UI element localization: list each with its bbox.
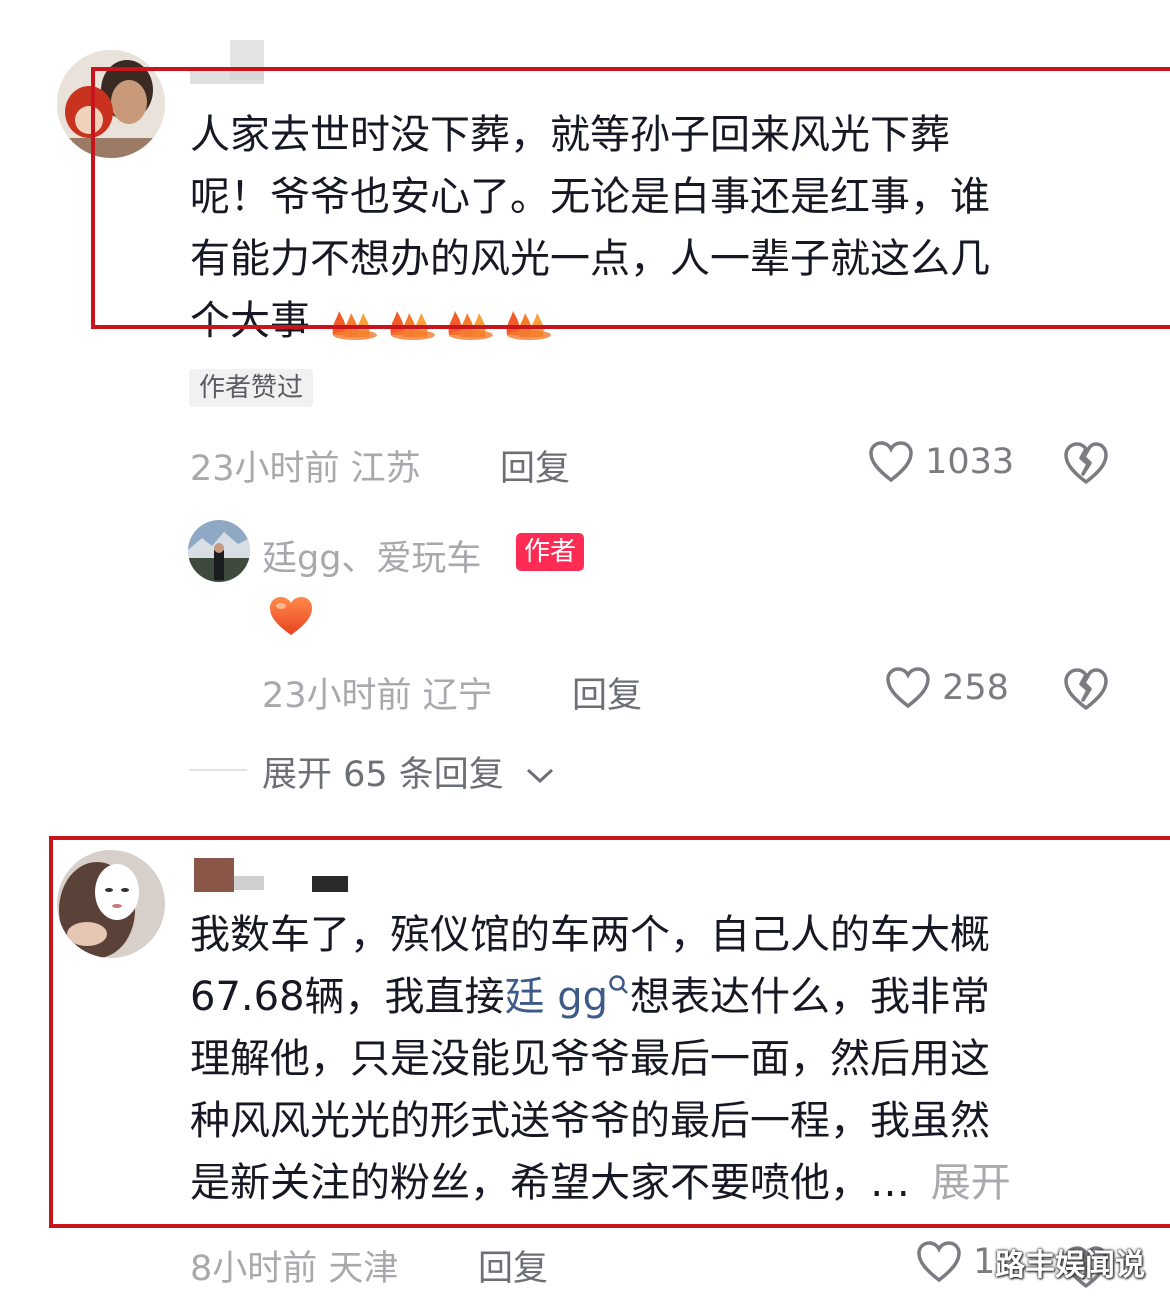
red-heart-emoji-icon	[270, 597, 312, 635]
comment2-reply-button[interactable]: 回复	[478, 1240, 548, 1291]
watermark: 路丰娱闻说	[995, 1240, 1145, 1284]
comment1-dislike-button[interactable]	[1062, 440, 1110, 490]
expand-replies-button[interactable]: 展开 65 条回复	[262, 746, 555, 797]
reply1-time-location: 23小时前 辽宁	[262, 676, 493, 716]
expand-replies-label: 展开 65 条回复	[262, 755, 504, 795]
reply1-dislike-button[interactable]	[1062, 666, 1110, 716]
heart-outline-icon	[917, 1241, 961, 1283]
comment1-like-count: 1033	[925, 442, 1015, 482]
comment2-like-count: 1	[973, 1242, 996, 1282]
comment2-time-location: 8小时前 天津	[190, 1249, 399, 1289]
author-liked-badge: 作者赞过	[189, 369, 314, 407]
comment1-time-location: 23小时前 江苏	[190, 449, 421, 489]
reply1-avatar[interactable]	[188, 520, 250, 582]
expand-replies-divider	[189, 769, 247, 771]
watermark-text: 路丰娱闻说	[995, 1248, 1145, 1283]
reply1-like-count: 258	[942, 668, 1009, 708]
reply1-reply-button[interactable]: 回复	[572, 667, 642, 718]
broken-heart-icon	[1064, 668, 1108, 710]
comment1-reply-button[interactable]: 回复	[500, 440, 570, 491]
reply1-username[interactable]: 廷gg、爱玩车	[262, 530, 481, 581]
comment2-like-button[interactable]: 1	[916, 1240, 995, 1284]
highlight-box-2	[49, 836, 1170, 1228]
heart-outline-icon	[886, 667, 930, 709]
avatar-photo-icon	[188, 520, 250, 582]
chevron-down-icon	[526, 768, 553, 784]
heart-outline-icon	[869, 441, 913, 483]
reply1-like-button[interactable]: 258	[885, 666, 1009, 710]
broken-heart-icon	[1064, 442, 1108, 484]
author-tag-text: 作者	[524, 537, 577, 567]
comment1-like-button[interactable]: 1033	[868, 440, 1014, 486]
reply1-heart-emoji	[268, 595, 314, 641]
highlight-box-1	[91, 67, 1170, 329]
reply1-author-tag: 作者	[516, 533, 585, 571]
author-liked-badge-text: 作者赞过	[199, 373, 304, 403]
